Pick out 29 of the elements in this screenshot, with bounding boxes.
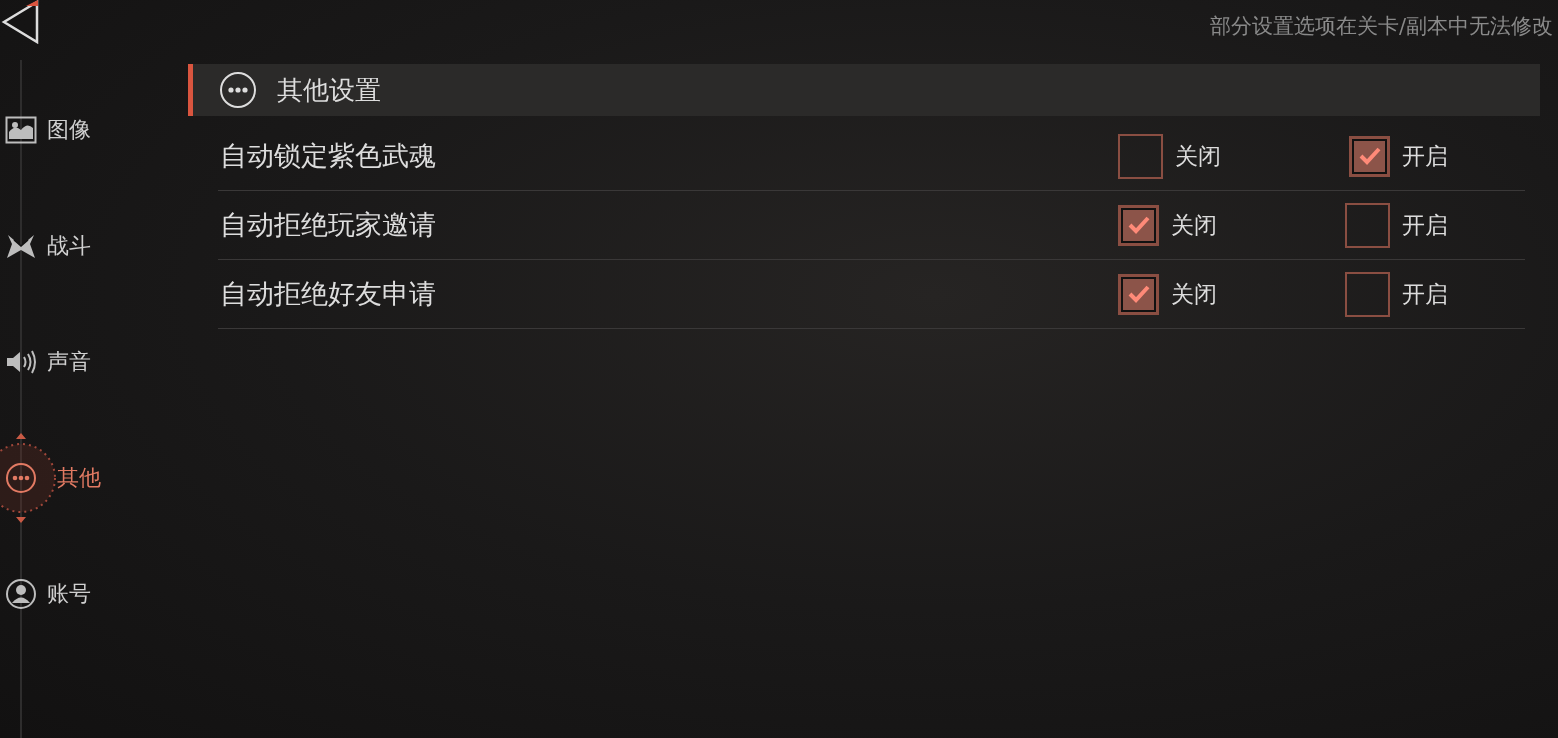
checkbox[interactable] [1345,202,1390,248]
option-label: 关闭 [1171,210,1217,240]
image-icon [5,116,37,144]
option-label: 关闭 [1175,141,1221,171]
sidebar-item[interactable]: 图像 [0,112,188,148]
option-label: 开启 [1402,279,1448,309]
checkbox[interactable] [1349,135,1390,177]
back-button[interactable] [0,0,40,44]
sidebar-item[interactable]: 声音 [0,344,188,380]
sidebar-item[interactable]: 战斗 [0,228,188,264]
setting-label: 自动拒绝好友申请 [220,277,436,311]
option-label: 开启 [1402,210,1448,240]
more-icon [5,462,37,494]
checkbox[interactable] [1118,133,1163,179]
section-title: 其他设置 [277,73,381,107]
option-label: 关闭 [1171,279,1217,309]
more-icon [219,71,257,109]
checkbox[interactable] [1345,271,1390,317]
notice-text: 部分设置选项在关卡/副本中无法修改 [1209,13,1553,40]
sidebar-item[interactable]: 账号 [0,576,188,612]
checkbox[interactable] [1118,204,1159,246]
user-icon [5,578,37,610]
setting-label: 自动拒绝玩家邀请 [220,208,436,242]
option-label: 开启 [1402,141,1448,171]
sidebar-item[interactable]: 其他 [0,433,188,523]
crossed-blades-icon [5,232,37,260]
setting-label: 自动锁定紫色武魂 [220,139,436,173]
checkbox[interactable] [1118,273,1159,315]
speaker-icon [5,348,37,376]
